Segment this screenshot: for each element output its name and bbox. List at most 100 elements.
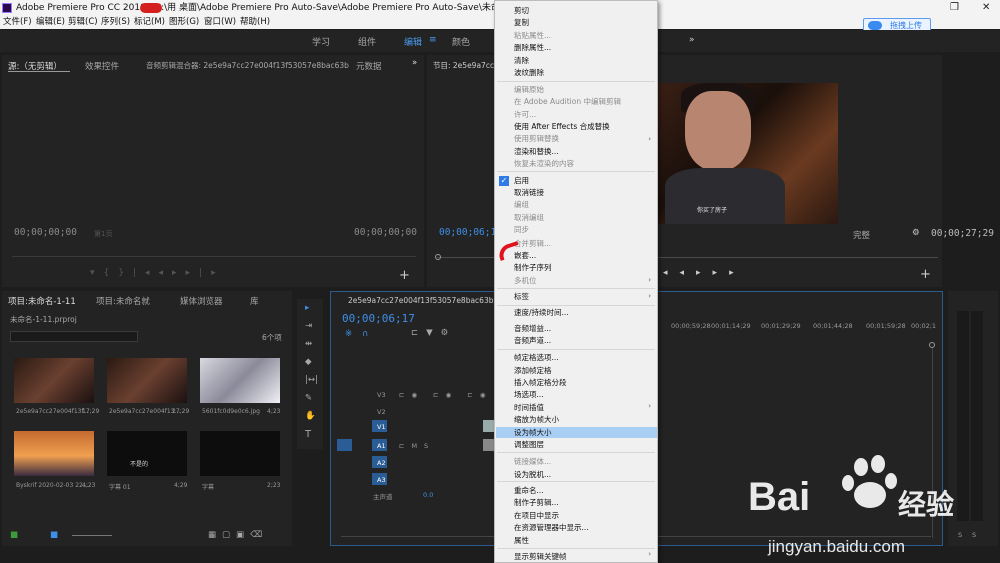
project-item-6[interactable] <box>200 431 280 476</box>
ws-color[interactable]: 颜色 <box>452 35 470 48</box>
pen-tool-icon[interactable]: ✎ <box>305 393 312 403</box>
tab-media-browser[interactable]: 媒体浏览器 <box>180 295 223 307</box>
project-footer-icons[interactable]: ▦▢▣⌫ <box>208 530 268 540</box>
menu-item[interactable]: 标签 <box>514 291 529 303</box>
ws-learn[interactable]: 学习 <box>312 35 330 48</box>
project-search-input[interactable] <box>10 331 138 342</box>
playhead-icon[interactable] <box>435 254 441 260</box>
icon-view-icon[interactable]: ■ <box>50 530 58 540</box>
menu-clip[interactable]: 剪辑(C) <box>68 16 98 29</box>
menu-item[interactable]: 缩放为帧大小 <box>514 414 559 426</box>
master-volume[interactable]: 0.0 <box>423 491 433 499</box>
track-v3[interactable]: V3 <box>377 391 386 399</box>
menu-window[interactable]: 窗口(W) <box>204 16 236 29</box>
menu-item[interactable]: 剪切 <box>514 5 529 17</box>
menu-item[interactable]: 场选项... <box>514 389 544 401</box>
selection-tool-icon[interactable]: ▸ <box>305 303 309 313</box>
menu-item[interactable]: 启用 <box>514 175 529 187</box>
timeline-tool-icons[interactable]: ※∩ <box>345 329 378 339</box>
program-timecode[interactable]: 00;00;06;17 <box>439 227 502 238</box>
track-a1-source[interactable] <box>337 439 352 451</box>
razor-tool-icon[interactable]: ◆ <box>305 357 312 367</box>
tab-audio-mixer[interactable]: 音频剪辑混合器: 2e5e9a7cc27e004f13f53057e8bac63… <box>146 60 349 71</box>
timeline-timecode[interactable]: 00;00;06;17 <box>342 312 415 325</box>
project-item-1[interactable] <box>14 358 94 403</box>
tab-sequence[interactable]: 2e5e9a7cc27e004f13f53057e8bac63b <box>348 296 494 305</box>
zoom-slider[interactable] <box>72 535 112 536</box>
project-item-4[interactable] <box>14 431 94 476</box>
track-header-icons[interactable]: ⊏◉ ⊏◉ ⊏◉ <box>399 391 493 399</box>
menu-marker[interactable]: 标记(M) <box>134 16 165 29</box>
program-transport-controls[interactable]: ◂◂▸▸▸ <box>663 268 746 278</box>
program-timeline-bar[interactable] <box>658 257 938 258</box>
program-add-button-icon[interactable]: + <box>920 267 931 282</box>
project-item-2[interactable] <box>107 358 187 403</box>
tab-effect-controls[interactable]: 效果控件 <box>85 60 119 72</box>
timeline-marker-icons[interactable]: ⊏▼⚙ <box>411 328 456 338</box>
menu-item[interactable]: 属性 <box>514 535 529 547</box>
source-timecode-right[interactable]: 00;00;00;00 <box>354 227 417 238</box>
menu-item[interactable]: 波纹删除 <box>514 67 544 79</box>
type-tool-icon[interactable]: T <box>305 429 311 440</box>
menu-item[interactable]: 制作子剪辑... <box>514 497 559 509</box>
menu-item[interactable]: 速度/持续时间... <box>514 307 569 319</box>
menu-help[interactable]: 帮助(H) <box>240 16 270 29</box>
ws-assembly[interactable]: 组件 <box>358 35 376 48</box>
lock-icon[interactable]: ■ <box>10 530 18 540</box>
menu-graphics[interactable]: 图形(G) <box>169 16 199 29</box>
more-tabs-icon[interactable]: » <box>412 58 417 68</box>
ripple-tool-icon[interactable]: ⇹ <box>305 339 312 349</box>
hand-tool-icon[interactable]: ✋ <box>305 411 316 421</box>
menu-item[interactable]: 设为帧大小 <box>514 427 552 439</box>
track-a2[interactable]: A2 <box>377 459 386 467</box>
tab-project-1[interactable]: 项目:未命名-1-11 <box>8 295 76 307</box>
menu-item[interactable]: 音频声道... <box>514 335 551 347</box>
project-item-5[interactable]: 不是的 <box>107 431 187 476</box>
menu-item[interactable]: 插入帧定格分段 <box>514 377 567 389</box>
menu-item[interactable]: 删除属性... <box>514 42 551 54</box>
page-select[interactable]: 第1页 <box>94 229 112 239</box>
tab-metadata[interactable]: 元数据 <box>356 60 382 72</box>
menu-item[interactable]: 时间插值 <box>514 402 544 414</box>
program-scrub-bar[interactable] <box>437 257 495 258</box>
project-item-3[interactable] <box>200 358 280 403</box>
menu-item[interactable]: 帧定格选项... <box>514 352 559 364</box>
menu-item[interactable]: 使用 After Effects 合成替换 <box>514 121 610 133</box>
menu-item[interactable]: 重命名... <box>514 485 544 497</box>
track-v1[interactable]: V1 <box>377 423 386 431</box>
source-timecode-left[interactable]: 00;00;00;00 <box>14 227 77 238</box>
menu-item[interactable]: 复制 <box>514 17 529 29</box>
tab-libraries[interactable]: 库 <box>250 295 259 307</box>
menu-item[interactable]: 音频增益... <box>514 323 551 335</box>
menu-item[interactable]: 制作子序列 <box>514 262 552 274</box>
menu-file[interactable]: 文件(F) <box>3 16 32 29</box>
menu-item[interactable]: 在资源管理器中显示... <box>514 522 589 534</box>
menu-item[interactable]: 清除 <box>514 55 529 67</box>
ws-edit-menu-icon[interactable]: ≡ <box>429 35 437 45</box>
menu-item[interactable]: 设为脱机... <box>514 469 551 481</box>
menu-item[interactable]: 在项目中显示 <box>514 510 559 522</box>
slip-tool-icon[interactable]: |↔| <box>305 375 318 385</box>
track-select-tool-icon[interactable]: ⇥ <box>305 321 312 331</box>
more-workspaces-icon[interactable]: » <box>689 35 695 45</box>
tab-project-2[interactable]: 项目:未命名就 <box>96 295 150 307</box>
quality-select[interactable]: 完整 <box>853 229 870 241</box>
track-a3[interactable]: A3 <box>377 476 386 484</box>
close-icon[interactable]: ✕ <box>982 0 990 16</box>
menu-edit[interactable]: 编辑(E) <box>36 16 65 29</box>
add-button-icon[interactable]: + <box>399 268 410 283</box>
menu-item[interactable]: 添加帧定格 <box>514 365 552 377</box>
source-scrub-bar[interactable] <box>12 256 416 257</box>
menu-item[interactable]: 渲染和替换... <box>514 146 559 158</box>
track-v2[interactable]: V2 <box>377 408 386 416</box>
wrench-icon[interactable]: ⚙ <box>912 228 920 238</box>
menu-sequence[interactable]: 序列(S) <box>101 16 130 29</box>
audio-header-icons[interactable]: ⊏MS <box>399 442 435 450</box>
menu-item[interactable]: 显示剪辑关键帧 <box>514 551 567 563</box>
ws-edit[interactable]: 编辑 <box>404 35 422 48</box>
restore-icon[interactable]: ❐ <box>950 0 959 16</box>
menu-item[interactable]: 取消链接 <box>514 187 544 199</box>
track-a1[interactable]: A1 <box>377 442 386 450</box>
source-transport-controls[interactable]: ▾{}|◂◂▸▸|▸ <box>90 268 225 278</box>
menu-item[interactable]: 调整图层 <box>514 439 544 451</box>
